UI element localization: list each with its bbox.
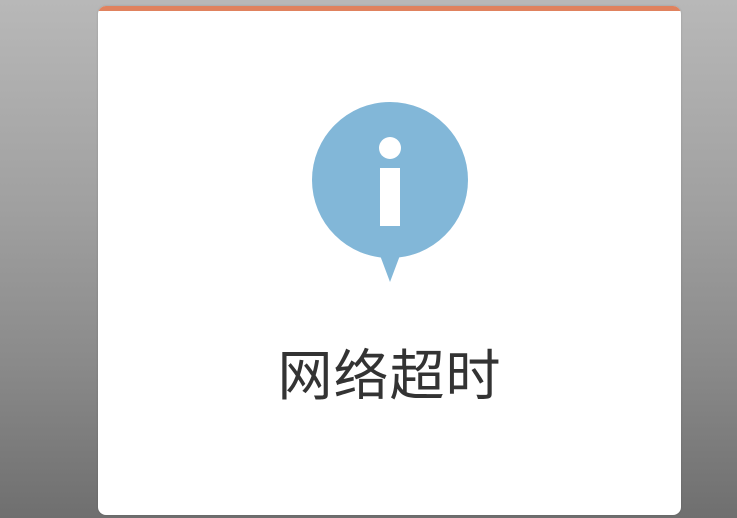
dialog-accent-bar (98, 6, 681, 11)
timeout-message: 网络超时 (277, 344, 502, 408)
timeout-dialog: 网络超时 (98, 6, 681, 515)
info-icon (310, 100, 470, 285)
